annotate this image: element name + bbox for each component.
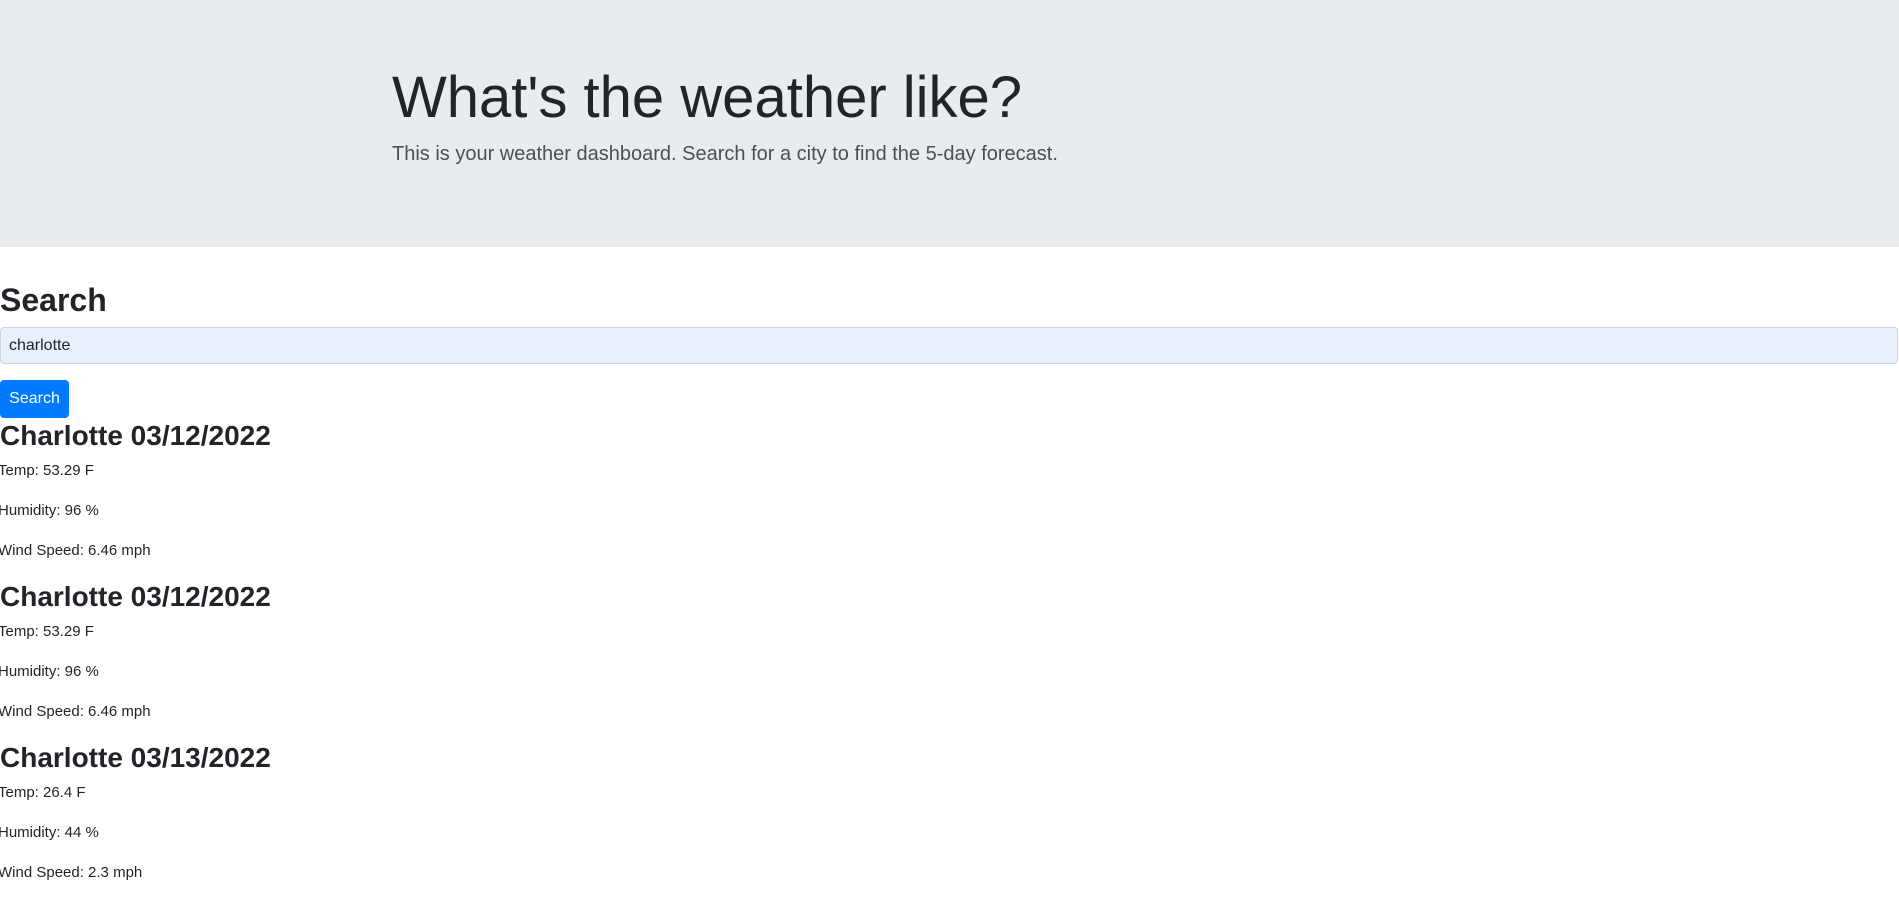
forecast-temp: Temp: 26.4 F <box>0 784 86 801</box>
forecast-humidity: Humidity: 96 % <box>0 502 99 519</box>
forecast-card-title: Charlotte 03/12/2022 <box>0 581 271 612</box>
forecast-wind-speed: Wind Speed: 2.3 mph <box>0 864 143 881</box>
forecast-card: Charlotte 03/13/2022 Temp: 26.4 F Humidi… <box>0 741 1899 902</box>
forecast-card: Charlotte 03/12/2022 Temp: 53.29 F Humid… <box>0 419 1899 580</box>
header-jumbotron: What's the weather like? This is your we… <box>0 0 1899 247</box>
forecast-card-title: Charlotte 03/12/2022 <box>0 420 271 451</box>
forecast-humidity: Humidity: 44 % <box>0 824 99 841</box>
page-subtitle: This is your weather dashboard. Search f… <box>392 143 1058 165</box>
forecast-temp: Temp: 53.29 F <box>0 462 94 479</box>
forecast-temp: Temp: 53.29 F <box>0 623 94 640</box>
forecast-card: Charlotte 03/12/2022 Temp: 53.29 F Humid… <box>0 580 1899 741</box>
page-title: What's the weather like? <box>392 65 1023 130</box>
forecast-humidity: Humidity: 96 % <box>0 663 99 680</box>
forecast-results: Charlotte 03/12/2022 Temp: 53.29 F Humid… <box>0 419 1899 902</box>
forecast-wind-speed: Wind Speed: 6.46 mph <box>0 703 151 720</box>
forecast-card-title: Charlotte 03/13/2022 <box>0 742 271 773</box>
search-input[interactable] <box>0 327 1898 364</box>
forecast-wind-speed: Wind Speed: 6.46 mph <box>0 542 151 559</box>
search-heading: Search <box>0 282 107 318</box>
search-button[interactable]: Search <box>0 380 69 418</box>
